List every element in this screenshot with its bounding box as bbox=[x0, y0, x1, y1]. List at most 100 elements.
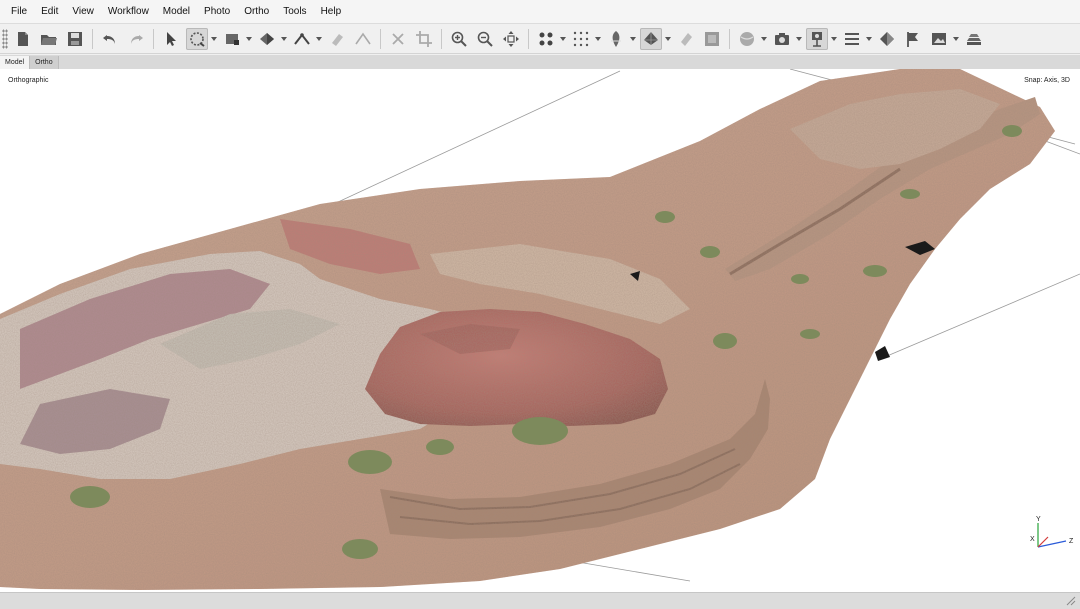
mesh-icon bbox=[644, 32, 658, 45]
chevron-down-icon bbox=[245, 37, 252, 41]
camera-stand-button[interactable] bbox=[806, 28, 828, 50]
texture-button[interactable] bbox=[675, 28, 697, 50]
flag-button[interactable] bbox=[902, 28, 924, 50]
open-icon bbox=[41, 35, 57, 45]
z-axis-line bbox=[1037, 540, 1067, 548]
eraser-button[interactable] bbox=[326, 28, 348, 50]
model-viewport[interactable]: Orthographic Snap: Axis, 3D Y X Z bbox=[0, 69, 1080, 592]
x-axis-label: X bbox=[1030, 536, 1035, 543]
chevron-down-icon bbox=[629, 37, 636, 41]
tab-ortho[interactable]: Ortho bbox=[30, 56, 59, 69]
navigation-button[interactable] bbox=[160, 28, 182, 50]
tiled-model-button[interactable] bbox=[701, 28, 723, 50]
menu-file[interactable]: File bbox=[4, 0, 34, 24]
toolbar-separator bbox=[92, 29, 93, 49]
chevron-down-icon bbox=[210, 37, 217, 41]
chevron-down-icon bbox=[280, 37, 287, 41]
view-tabs: Model Ortho bbox=[0, 55, 1080, 69]
menu-tools[interactable]: Tools bbox=[276, 0, 313, 24]
menu-workflow[interactable]: Workflow bbox=[101, 0, 156, 24]
toolbar-separator bbox=[441, 29, 442, 49]
zoom-in-icon bbox=[451, 31, 467, 47]
tab-model[interactable]: Model bbox=[0, 56, 31, 69]
shapes-list-button[interactable] bbox=[841, 28, 863, 50]
point-cloud-dropdown[interactable] bbox=[559, 28, 566, 50]
camera-icon bbox=[775, 33, 789, 45]
dense-cloud-dropdown[interactable] bbox=[594, 28, 601, 50]
new-project-button[interactable] bbox=[12, 28, 34, 50]
reset-view-button[interactable] bbox=[500, 28, 522, 50]
shape-icon bbox=[260, 33, 274, 45]
orthomosaic-button[interactable] bbox=[928, 28, 950, 50]
list-icon bbox=[845, 33, 859, 45]
resize-grip-icon[interactable] bbox=[1066, 596, 1076, 606]
cameras-button[interactable] bbox=[771, 28, 793, 50]
open-project-button[interactable] bbox=[38, 28, 60, 50]
ruler-button[interactable] bbox=[291, 28, 313, 50]
mesh-button[interactable] bbox=[640, 28, 662, 50]
tiled-icon bbox=[705, 32, 719, 46]
undo-icon bbox=[103, 35, 115, 44]
dem-button[interactable] bbox=[736, 28, 758, 50]
rotate-selection-dropdown[interactable] bbox=[210, 28, 217, 50]
rectangle-selection-button[interactable] bbox=[221, 28, 243, 50]
snap-status-label: Snap: Axis, 3D bbox=[1024, 77, 1070, 84]
delete-icon bbox=[392, 33, 404, 45]
chevron-down-icon bbox=[952, 37, 959, 41]
sphere-icon bbox=[740, 32, 754, 46]
chevron-down-icon bbox=[865, 37, 872, 41]
model-dropdown[interactable] bbox=[629, 28, 636, 50]
dem-dropdown[interactable] bbox=[760, 28, 767, 50]
ruler-icon bbox=[294, 33, 310, 45]
status-bar bbox=[0, 592, 1080, 609]
move-icon bbox=[503, 31, 519, 47]
shapes-list-dropdown[interactable] bbox=[865, 28, 872, 50]
rect-select-icon bbox=[226, 34, 239, 45]
markers-icon bbox=[880, 32, 894, 46]
toolbar-separator bbox=[380, 29, 381, 49]
rectangle-selection-dropdown[interactable] bbox=[245, 28, 252, 50]
undo-button[interactable] bbox=[99, 28, 121, 50]
zoom-in-button[interactable] bbox=[448, 28, 470, 50]
chevron-down-icon bbox=[664, 37, 671, 41]
camera-stand-icon bbox=[812, 32, 822, 47]
crop-selection-button[interactable] bbox=[413, 28, 435, 50]
menu-ortho[interactable]: Ortho bbox=[237, 0, 276, 24]
dense-cloud-button[interactable] bbox=[570, 28, 592, 50]
toolbar-grip[interactable] bbox=[2, 29, 8, 49]
delete-selection-button[interactable] bbox=[387, 28, 409, 50]
chevron-down-icon bbox=[830, 37, 837, 41]
markers-button[interactable] bbox=[876, 28, 898, 50]
menu-photo[interactable]: Photo bbox=[197, 0, 237, 24]
terrain-model-render bbox=[0, 69, 1080, 590]
menu-edit[interactable]: Edit bbox=[34, 0, 65, 24]
point-cloud-button[interactable] bbox=[535, 28, 557, 50]
redo-icon bbox=[131, 35, 143, 44]
rotate-selection-button[interactable] bbox=[186, 28, 208, 50]
draw-shape-dropdown[interactable] bbox=[280, 28, 287, 50]
projection-label: Orthographic bbox=[8, 77, 49, 84]
eraser-icon bbox=[332, 34, 343, 46]
flag-icon bbox=[907, 32, 918, 47]
model-button[interactable] bbox=[605, 28, 627, 50]
menu-help[interactable]: Help bbox=[314, 0, 349, 24]
zoom-out-button[interactable] bbox=[474, 28, 496, 50]
redo-button[interactable] bbox=[125, 28, 147, 50]
menu-view[interactable]: View bbox=[65, 0, 101, 24]
ruler-dropdown[interactable] bbox=[315, 28, 322, 50]
layers-button[interactable] bbox=[963, 28, 985, 50]
mesh-dropdown[interactable] bbox=[664, 28, 671, 50]
layers-icon bbox=[967, 34, 981, 45]
save-project-button[interactable] bbox=[64, 28, 86, 50]
orthomosaic-dropdown[interactable] bbox=[952, 28, 959, 50]
toolbar-separator bbox=[153, 29, 154, 49]
polyline-button[interactable] bbox=[352, 28, 374, 50]
chevron-down-icon bbox=[795, 37, 802, 41]
menu-bar: File Edit View Workflow Model Photo Orth… bbox=[0, 0, 1080, 24]
save-icon bbox=[68, 32, 82, 46]
cameras-dropdown[interactable] bbox=[795, 28, 802, 50]
z-axis-label: Z bbox=[1069, 538, 1074, 545]
menu-model[interactable]: Model bbox=[156, 0, 197, 24]
camera-stand-dropdown[interactable] bbox=[830, 28, 837, 50]
draw-shape-button[interactable] bbox=[256, 28, 278, 50]
